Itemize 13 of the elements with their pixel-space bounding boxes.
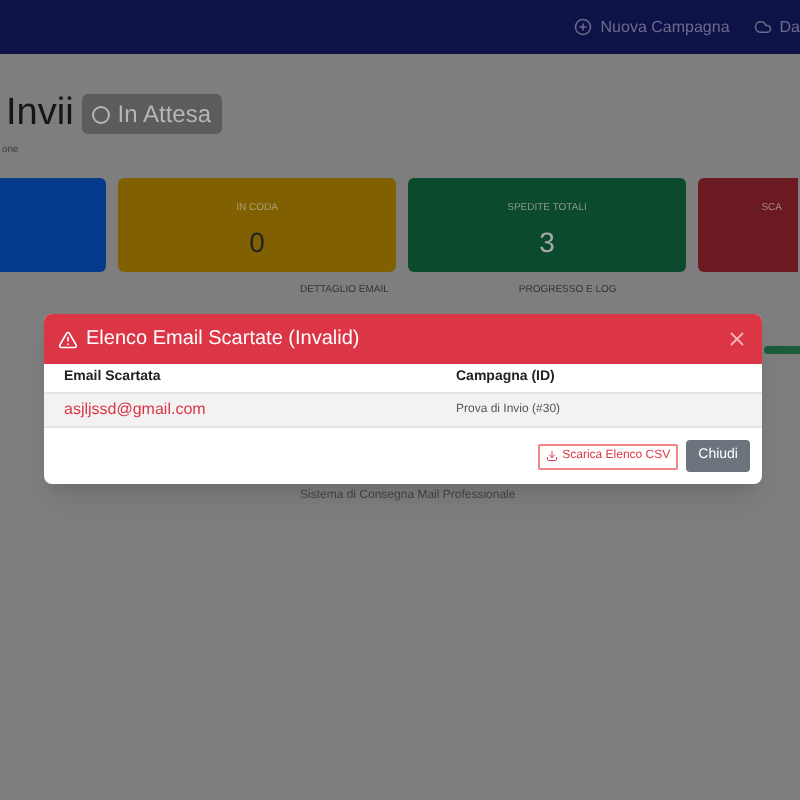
nav-link[interactable]: Da: [753, 15, 800, 39]
plus-icon: [574, 18, 593, 36]
stat-value: 0: [249, 223, 265, 261]
download-icon: [546, 450, 559, 462]
stat-value: 3: [539, 223, 555, 261]
page-title: Invii: [6, 90, 74, 138]
nav-link[interactable]: Nuova Campagna: [574, 15, 730, 39]
dialog-title: Elenco Email Scartate (Invalid): [86, 326, 360, 354]
status-badge: In Attesa: [81, 94, 221, 135]
email-cell-text: asjljssd@gmail.com: [64, 398, 208, 422]
close-icon[interactable]: [726, 328, 748, 350]
warning-icon: [58, 329, 78, 349]
cloud-icon: [753, 18, 772, 36]
